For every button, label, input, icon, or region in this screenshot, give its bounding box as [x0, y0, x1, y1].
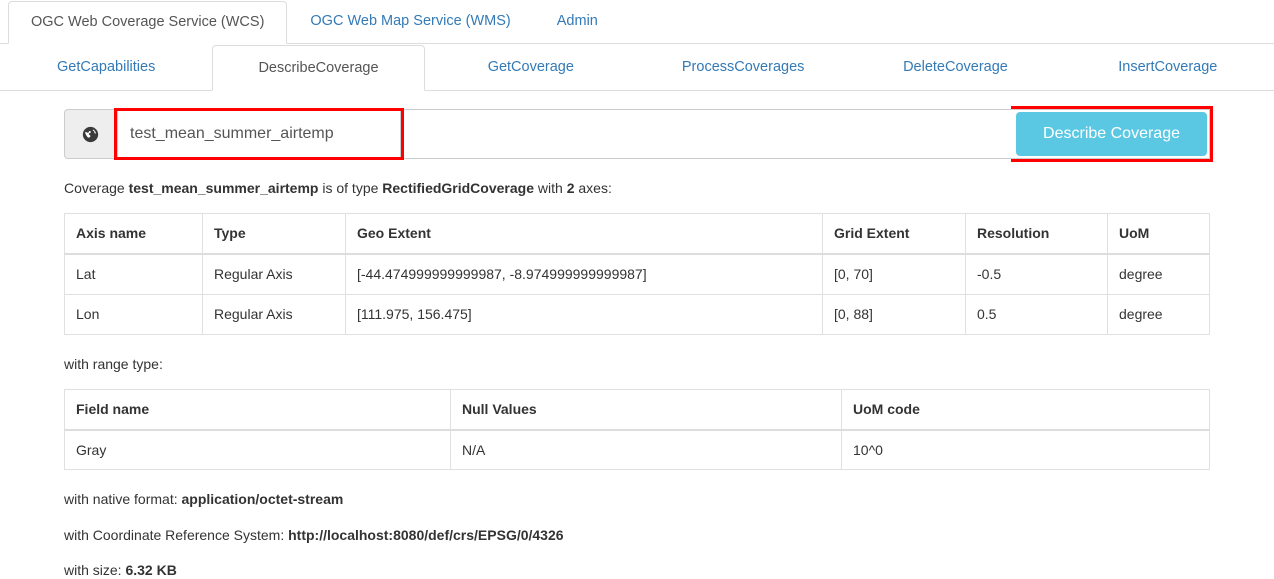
axes-cell-type: Regular Axis — [203, 294, 346, 334]
native-format-value: application/octet-stream — [182, 491, 344, 507]
tab-insertcoverage[interactable]: InsertCoverage — [1062, 44, 1274, 90]
range-table-header-row: Field name Null Values UoM code — [65, 389, 1210, 429]
axes-table-header-row: Axis name Type Geo Extent Grid Extent Re… — [65, 214, 1210, 254]
native-format-label: with native format: — [64, 491, 178, 507]
range-type-table: Field name Null Values UoM code Gray N/A… — [64, 389, 1210, 471]
operation-tab-bar: GetCapabilities DescribeCoverage GetCove… — [0, 44, 1274, 91]
range-cell-field-name: Gray — [65, 430, 451, 470]
range-header-uom-code: UoM code — [842, 389, 1210, 429]
range-type-label: with range type: — [64, 355, 1210, 373]
coverage-id-input[interactable] — [117, 111, 401, 157]
tab-deletecoverage-label: DeleteCoverage — [903, 60, 1008, 75]
axes-cell-uom: degree — [1108, 294, 1210, 334]
axes-cell-geo-extent: [-44.474999999999987, -8.974999999999987… — [346, 254, 823, 294]
summary-coverage-name: test_mean_summer_airtemp — [129, 180, 319, 196]
axes-cell-type: Regular Axis — [203, 254, 346, 294]
summary-axis-count: 2 — [567, 180, 575, 196]
range-header-field-name: Field name — [65, 389, 451, 429]
tab-getcoverage-label: GetCoverage — [488, 60, 574, 75]
crs-value: http://localhost:8080/def/crs/EPSG/0/432… — [288, 527, 563, 543]
service-tab-wcs-label: OGC Web Coverage Service (WCS) — [31, 15, 264, 30]
describe-coverage-button-wrap: Describe Coverage — [1014, 109, 1210, 159]
axes-cell-uom: degree — [1108, 254, 1210, 294]
table-row: Lon Regular Axis [111.975, 156.475] [0, … — [65, 294, 1210, 334]
coverage-summary-line: Coverage test_mean_summer_airtemp is of … — [64, 179, 1210, 197]
tab-describecoverage[interactable]: DescribeCoverage — [212, 45, 424, 91]
summary-prefix: Coverage — [64, 180, 125, 196]
axes-cell-geo-extent: [111.975, 156.475] — [346, 294, 823, 334]
axes-cell-resolution: 0.5 — [966, 294, 1108, 334]
tab-getcapabilities-label: GetCapabilities — [57, 60, 155, 75]
axes-header-grid-extent: Grid Extent — [823, 214, 966, 254]
coverage-metadata-lines: with native format: application/octet-st… — [64, 490, 1210, 579]
size-value: 6.32 KB — [125, 562, 176, 578]
axes-cell-resolution: -0.5 — [966, 254, 1108, 294]
tab-processcoverages[interactable]: ProcessCoverages — [637, 44, 849, 90]
service-tab-wms[interactable]: OGC Web Map Service (WMS) — [287, 0, 533, 43]
axes-header-axis-name: Axis name — [65, 214, 203, 254]
service-tab-admin[interactable]: Admin — [534, 0, 621, 43]
table-row: Lat Regular Axis [-44.474999999999987, -… — [65, 254, 1210, 294]
axes-header-type: Type — [203, 214, 346, 254]
summary-with: with — [538, 180, 563, 196]
axes-header-resolution: Resolution — [966, 214, 1108, 254]
size-line: with size: 6.32 KB — [64, 561, 1210, 579]
axes-table: Axis name Type Geo Extent Grid Extent Re… — [64, 213, 1210, 334]
service-tab-wms-label: OGC Web Map Service (WMS) — [310, 14, 510, 29]
range-header-null-values: Null Values — [451, 389, 842, 429]
range-cell-uom-code: 10^0 — [842, 430, 1210, 470]
service-tab-wcs[interactable]: OGC Web Coverage Service (WCS) — [8, 1, 287, 44]
axes-header-geo-extent: Geo Extent — [346, 214, 823, 254]
axes-cell-grid-extent: [0, 88] — [823, 294, 966, 334]
axes-cell-axis-name: Lon — [65, 294, 203, 334]
summary-coverage-type: RectifiedGridCoverage — [382, 180, 534, 196]
tab-describecoverage-label: DescribeCoverage — [258, 61, 378, 76]
tab-processcoverages-label: ProcessCoverages — [682, 60, 805, 75]
range-cell-null-values: N/A — [451, 430, 842, 470]
coverage-query-row: Describe Coverage — [64, 109, 1210, 159]
describe-coverage-button[interactable]: Describe Coverage — [1016, 112, 1207, 156]
axes-header-uom: UoM — [1108, 214, 1210, 254]
native-format-line: with native format: application/octet-st… — [64, 490, 1210, 508]
tab-deletecoverage[interactable]: DeleteCoverage — [849, 44, 1061, 90]
service-tab-admin-label: Admin — [557, 14, 598, 29]
coverage-input-group — [116, 109, 1014, 159]
summary-suffix: axes: — [578, 180, 611, 196]
size-label: with size: — [64, 562, 122, 578]
crs-label: with Coordinate Reference System: — [64, 527, 284, 543]
axes-cell-grid-extent: [0, 70] — [823, 254, 966, 294]
tab-getcoverage[interactable]: GetCoverage — [425, 44, 637, 90]
summary-middle: is of type — [322, 180, 378, 196]
describe-coverage-panel: Describe Coverage Coverage test_mean_sum… — [0, 91, 1274, 579]
globe-icon — [64, 109, 116, 159]
tab-getcapabilities[interactable]: GetCapabilities — [0, 44, 212, 90]
service-tab-bar: OGC Web Coverage Service (WCS) OGC Web M… — [0, 0, 1274, 44]
table-row: Gray N/A 10^0 — [65, 430, 1210, 470]
axes-cell-axis-name: Lat — [65, 254, 203, 294]
crs-line: with Coordinate Reference System: http:/… — [64, 526, 1210, 544]
tab-insertcoverage-label: InsertCoverage — [1118, 60, 1217, 75]
